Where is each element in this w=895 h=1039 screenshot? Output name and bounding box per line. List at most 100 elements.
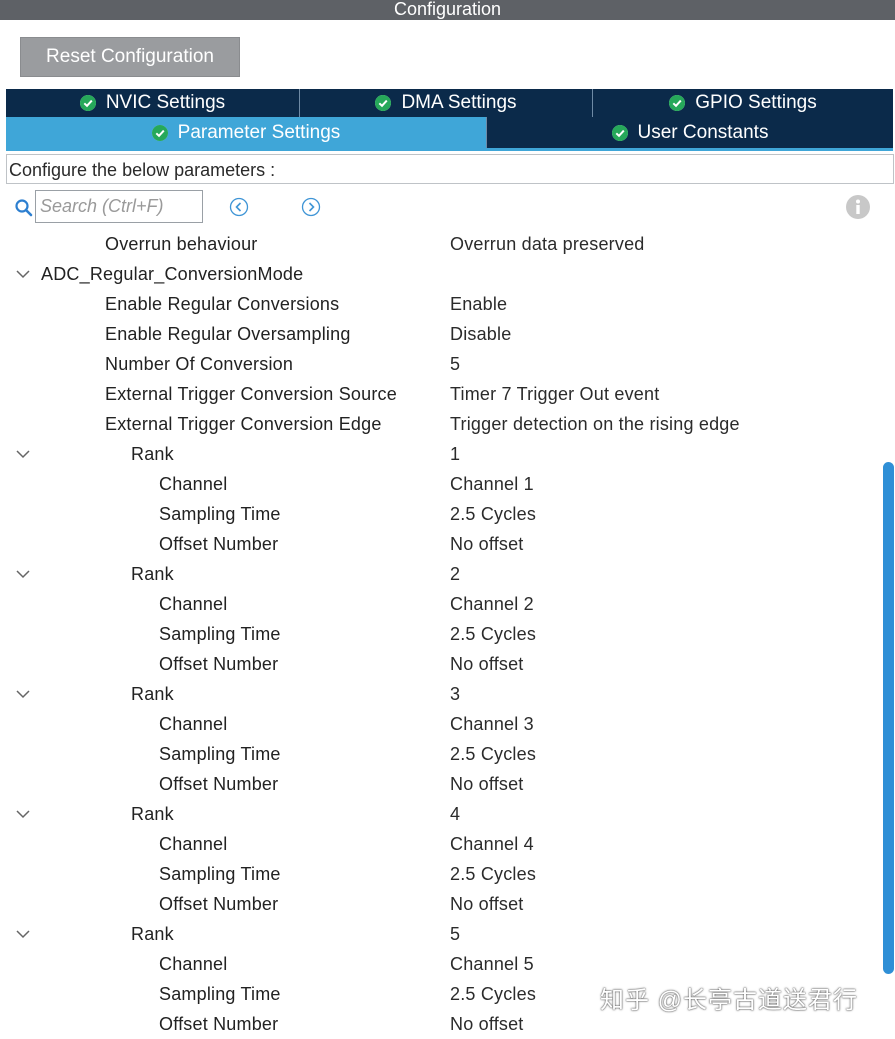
param-value[interactable]: Channel 5 (450, 949, 534, 979)
vertical-scrollbar-thumb[interactable] (883, 462, 894, 974)
param-label: Offset Number (159, 534, 279, 554)
chevron-down-icon[interactable] (15, 928, 31, 940)
param-value[interactable]: Enable (450, 289, 507, 319)
tab-row-bottom: Parameter Settings User Constants (6, 117, 893, 148)
param-row-sampling-time[interactable]: Sampling Time 2.5 Cycles (0, 739, 880, 769)
param-label: Overrun behaviour (105, 234, 258, 254)
watermark-text: 知乎 @长亭古道送君行 (600, 987, 859, 1014)
param-label: External Trigger Conversion Source (105, 384, 397, 404)
tab-user-constants[interactable]: User Constants (487, 117, 893, 148)
param-value[interactable]: Channel 2 (450, 589, 534, 619)
configure-parameters-caption: Configure the below parameters : (6, 154, 894, 184)
tab-label: GPIO Settings (695, 92, 817, 113)
param-label: Channel (159, 474, 228, 494)
param-label: Channel (159, 714, 228, 734)
param-value[interactable]: Trigger detection on the rising edge (450, 409, 740, 439)
chevron-down-icon[interactable] (15, 268, 31, 280)
param-label: Offset Number (159, 894, 279, 914)
chevron-down-icon[interactable] (15, 688, 31, 700)
param-value[interactable]: Channel 1 (450, 469, 534, 499)
param-value[interactable]: Overrun data preserved (450, 229, 645, 259)
window-title: Configuration (0, 0, 895, 20)
param-row-overrun[interactable]: Overrun behaviour Overrun data preserved (0, 229, 880, 259)
rank-value: 3 (450, 684, 461, 704)
check-circle-icon (151, 124, 168, 141)
param-label: External Trigger Conversion Edge (105, 414, 382, 434)
rank-label: Rank (131, 684, 174, 704)
param-label: Sampling Time (159, 864, 281, 884)
param-row-num-conversion[interactable]: Number Of Conversion 5 (0, 349, 880, 379)
param-row-ext-trigger-source[interactable]: External Trigger Conversion Source Timer… (0, 379, 880, 409)
param-value[interactable]: 2.5 Cycles (450, 499, 536, 529)
param-row-channel[interactable]: Channel Channel 5 (0, 949, 880, 979)
rank-row[interactable]: Rank 3 (0, 679, 880, 709)
next-match-button[interactable] (301, 197, 321, 217)
rank-value: 4 (450, 804, 461, 824)
check-circle-icon (611, 124, 628, 141)
reset-configuration-button[interactable]: Reset Configuration (20, 37, 240, 77)
param-row-channel[interactable]: Channel Channel 1 (0, 469, 880, 499)
param-row-enable-oversampling[interactable]: Enable Regular Oversampling Disable (0, 319, 880, 349)
tab-dma-settings[interactable]: DMA Settings (300, 89, 593, 117)
param-row-offset-number[interactable]: Offset Number No offset (0, 769, 880, 799)
tab-row-top: NVIC Settings DMA Settings GPIO Settings (6, 89, 893, 117)
rank-row[interactable]: Rank 4 (0, 799, 880, 829)
check-circle-icon (79, 95, 96, 111)
param-row-ext-trigger-edge[interactable]: External Trigger Conversion Edge Trigger… (0, 409, 880, 439)
param-value[interactable]: 5 (450, 349, 460, 379)
param-label: Sampling Time (159, 984, 281, 1004)
param-value[interactable]: No offset (450, 1009, 524, 1039)
rank-row[interactable]: Rank 1 (0, 439, 880, 469)
param-row-offset-number[interactable]: Offset Number No offset (0, 649, 880, 679)
search-icon (15, 199, 33, 217)
rank-row[interactable]: Rank 5 (0, 919, 880, 949)
param-value[interactable]: No offset (450, 889, 524, 919)
rank-value: 1 (450, 444, 461, 464)
param-row-enable-regular[interactable]: Enable Regular Conversions Enable (0, 289, 880, 319)
parameter-tree: Overrun behaviour Overrun data preserved… (0, 229, 880, 1039)
param-value[interactable]: Timer 7 Trigger Out event (450, 379, 659, 409)
param-value[interactable]: 2.5 Cycles (450, 859, 536, 889)
group-title: ADC_Regular_ConversionMode (41, 264, 304, 284)
param-row-offset-number[interactable]: Offset Number No offset (0, 889, 880, 919)
chevron-down-icon[interactable] (15, 448, 31, 460)
param-value[interactable]: No offset (450, 649, 524, 679)
param-value[interactable]: 2.5 Cycles (450, 979, 536, 1009)
tab-nvic-settings[interactable]: NVIC Settings (6, 89, 300, 117)
info-icon[interactable] (846, 195, 870, 219)
param-label: Channel (159, 954, 228, 974)
param-value[interactable]: Channel 4 (450, 829, 534, 859)
rank-row[interactable]: Rank 2 (0, 559, 880, 589)
chevron-down-icon[interactable] (15, 568, 31, 580)
param-value[interactable]: Channel 3 (450, 709, 534, 739)
rank-label: Rank (131, 444, 174, 464)
tab-parameter-settings[interactable]: Parameter Settings (6, 117, 487, 148)
param-row-channel[interactable]: Channel Channel 3 (0, 709, 880, 739)
tab-underline (6, 148, 893, 151)
param-row-sampling-time[interactable]: Sampling Time 2.5 Cycles (0, 499, 880, 529)
param-value[interactable]: 2.5 Cycles (450, 619, 536, 649)
tab-gpio-settings[interactable]: GPIO Settings (593, 89, 893, 117)
param-value[interactable]: No offset (450, 529, 524, 559)
param-row-channel[interactable]: Channel Channel 2 (0, 589, 880, 619)
check-circle-icon (375, 95, 392, 111)
rank-value: 2 (450, 564, 461, 584)
tab-label: Parameter Settings (177, 121, 341, 143)
param-label: Enable Regular Oversampling (105, 324, 351, 344)
param-row-channel[interactable]: Channel Channel 4 (0, 829, 880, 859)
param-label: Sampling Time (159, 624, 281, 644)
param-row-offset-number[interactable]: Offset Number No offset (0, 529, 880, 559)
check-circle-icon (669, 95, 686, 111)
search-input[interactable] (35, 190, 203, 223)
group-row-adc-regular[interactable]: ADC_Regular_ConversionMode (0, 259, 880, 289)
param-value[interactable]: No offset (450, 769, 524, 799)
param-value[interactable]: 2.5 Cycles (450, 739, 536, 769)
param-value[interactable]: Disable (450, 319, 511, 349)
param-label: Channel (159, 834, 228, 854)
param-row-sampling-time[interactable]: Sampling Time 2.5 Cycles (0, 859, 880, 889)
param-label: Offset Number (159, 1014, 279, 1034)
rank-label: Rank (131, 924, 174, 944)
previous-match-button[interactable] (229, 197, 249, 217)
chevron-down-icon[interactable] (15, 808, 31, 820)
param-row-sampling-time[interactable]: Sampling Time 2.5 Cycles (0, 619, 880, 649)
